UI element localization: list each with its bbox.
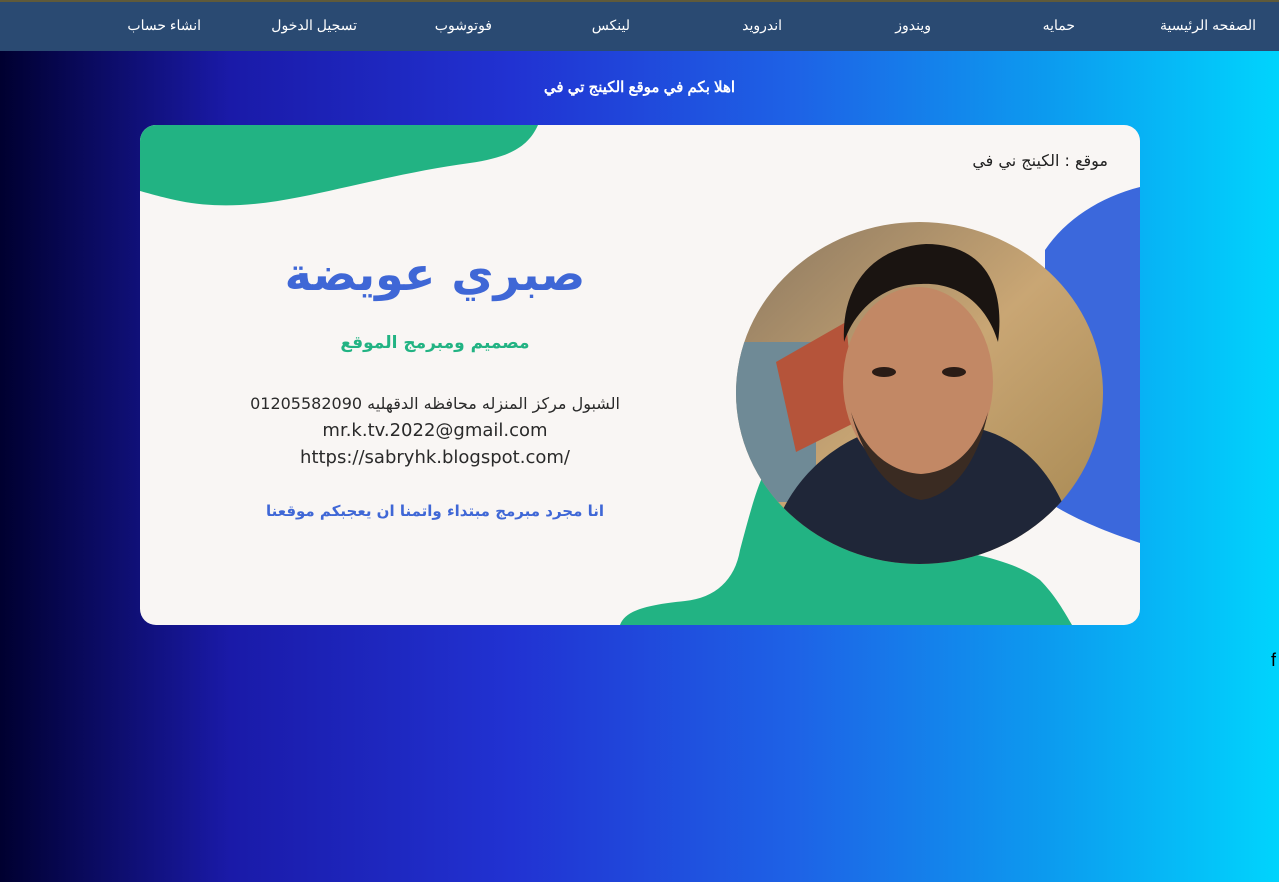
- contact-url[interactable]: https://sabryhk.blogspot.com/: [200, 447, 670, 468]
- welcome-heading: اهلا بكم في موقع الكينج تي في: [543, 79, 736, 96]
- nav-item-register[interactable]: انشاء حساب: [127, 17, 201, 34]
- contact-address: الشبول مركز المنزله محافظه الدقهليه 0120…: [250, 394, 620, 413]
- nav-item-windows[interactable]: ويندوز: [895, 17, 931, 34]
- nav-item-home[interactable]: الصفحه الرئيسية: [1160, 17, 1256, 34]
- nav-item-security[interactable]: حمايه: [1043, 17, 1075, 34]
- profile-photo: [736, 222, 1103, 564]
- stray-text: f: [1271, 650, 1277, 670]
- contact-email[interactable]: mr.k.tv.2022@gmail.com: [200, 420, 670, 441]
- nav-item-android[interactable]: اندرويد: [742, 17, 782, 34]
- site-label: موقع : الكينج ني في: [972, 151, 1108, 170]
- designer-name: صبري عويضة: [284, 247, 586, 301]
- nav-item-photoshop[interactable]: فوتوشوب: [435, 17, 492, 34]
- nav-item-login[interactable]: تسجيل الدخول: [271, 17, 357, 34]
- nav-item-linux[interactable]: لينكس: [592, 17, 630, 34]
- designer-role: مصميم ومبرمج الموقع: [340, 333, 530, 353]
- card-tagline: انا مجرد مبرمج مبتداء واتمنا ان يعجبكم م…: [265, 502, 605, 520]
- profile-card: موقع : الكينج ني في صبري عويضة مصميم ومب…: [140, 125, 1140, 625]
- top-navbar: الصفحه الرئيسية حمايه ويندوز اندرويد لين…: [0, 0, 1279, 51]
